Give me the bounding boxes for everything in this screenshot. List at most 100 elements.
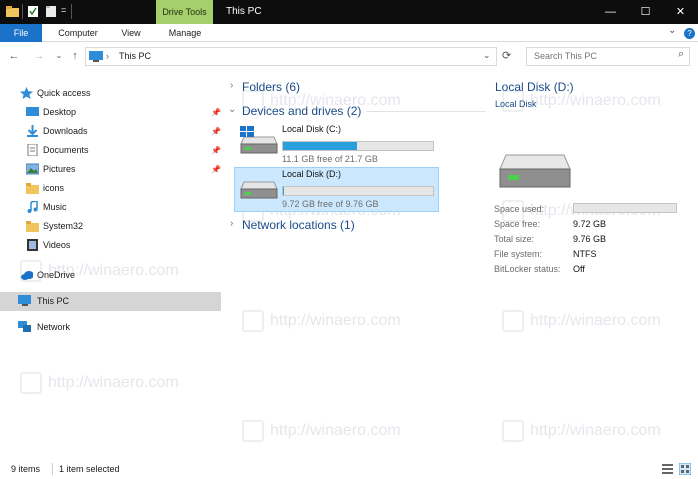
tab-computer[interactable]: Computer [52, 24, 104, 42]
details-pane: Local Disk (D:) Local Disk Space used: S… [494, 78, 694, 458]
search-input[interactable]: Search This PC [526, 47, 690, 66]
pin-icon[interactable]: 📌 [211, 160, 221, 179]
drive-free-space: 9.72 GB free of 9.76 GB [282, 199, 379, 209]
nav-item-pictures[interactable]: Pictures 📌 [0, 160, 221, 179]
nav-item-desktop[interactable]: Desktop 📌 [0, 103, 221, 122]
network-expand-icon[interactable]: › [230, 218, 233, 229]
pin-icon[interactable]: 📌 [211, 122, 221, 141]
pin-icon[interactable]: 📌 [211, 103, 221, 122]
back-button[interactable]: ← [7, 49, 21, 63]
desktop-icon [26, 107, 39, 116]
tab-view[interactable]: View [113, 24, 149, 42]
qa-separator [71, 4, 72, 19]
nav-quick-access[interactable]: Quick access [0, 84, 221, 103]
nav-item-onedrive[interactable]: OneDrive [0, 266, 221, 285]
space-free-label: Space free: [494, 219, 541, 229]
nav-item-icons[interactable]: icons [0, 179, 221, 198]
this-pc-icon [18, 295, 31, 306]
file-system-label: File system: [494, 249, 543, 259]
address-dropdown-icon[interactable]: ⌄ [483, 50, 491, 61]
nav-item-documents[interactable]: Documents 📌 [0, 141, 221, 160]
nav-label: This PC [37, 296, 70, 306]
nav-label: Desktop [43, 107, 77, 117]
drive-usage-bar [282, 186, 434, 196]
devices-collapse-icon[interactable]: ⌄ [228, 104, 236, 115]
nav-label: Documents [43, 145, 89, 155]
nav-label: Music [43, 202, 67, 212]
nav-label: System32 [43, 221, 84, 231]
cloud-icon [21, 271, 33, 280]
ribbon-expand-icon[interactable]: ⌄ [668, 25, 676, 36]
item-count: 9 items [11, 464, 41, 474]
space-free-value: 9.72 GB [573, 219, 607, 229]
drive-usage-bar [282, 141, 434, 151]
folders-group-header[interactable]: Folders (6) [242, 80, 300, 94]
maximize-button[interactable]: ☐ [628, 0, 663, 24]
breadcrumb-this-pc[interactable]: This PC [119, 51, 151, 61]
ribbon-bar [0, 24, 698, 42]
devices-group-header[interactable]: Devices and drives (2) [242, 104, 361, 118]
status-separator [52, 463, 53, 475]
details-view-icon[interactable] [662, 464, 673, 474]
status-bar: 9 items 1 item selected [0, 459, 698, 479]
tab-manage[interactable]: Manage [160, 24, 210, 42]
search-icon[interactable]: ⌕ [678, 48, 684, 61]
folder-icon [26, 183, 39, 194]
nav-item-this-pc[interactable]: This PC [0, 292, 221, 311]
properties-icon[interactable] [27, 5, 39, 18]
this-pc-icon [89, 51, 103, 62]
drive-tools-context-tab[interactable]: Drive Tools [156, 0, 213, 24]
nav-item-videos[interactable]: Videos [0, 236, 221, 255]
new-folder-icon[interactable] [45, 5, 57, 18]
windows-logo-icon [240, 126, 254, 137]
folder-app-icon [6, 6, 19, 17]
recent-locations-button[interactable]: ⌄ [52, 49, 66, 63]
total-size-value: 9.76 GB [573, 234, 607, 244]
space-used-bar [573, 203, 677, 213]
forward-button[interactable]: → [32, 49, 46, 63]
up-button[interactable]: ↑ [68, 49, 82, 63]
breadcrumb-separator[interactable]: › [106, 51, 109, 61]
drive-item-c[interactable]: Local Disk (C:) 11.1 GB free of 21.7 GB [234, 122, 434, 164]
file-system-value: NTFS [573, 249, 597, 259]
nav-item-downloads[interactable]: Downloads 📌 [0, 122, 221, 141]
close-button[interactable]: ✕ [663, 0, 698, 24]
minimize-button[interactable]: — [593, 0, 628, 24]
window-title: This PC [226, 6, 262, 17]
navigation-pane: Quick access Desktop 📌 Downloads 📌 Docum… [0, 78, 221, 458]
network-group-header[interactable]: Network locations (1) [242, 218, 355, 232]
drive-name: Local Disk (D:) [282, 169, 342, 179]
nav-label: Downloads [43, 126, 88, 136]
winaero-logo-watermark [242, 310, 264, 332]
large-icons-view-icon[interactable] [679, 463, 691, 475]
tab-file[interactable]: File [0, 24, 42, 42]
winaero-logo-watermark [242, 420, 264, 442]
bitlocker-label: BitLocker status: [494, 264, 561, 274]
video-icon [27, 239, 38, 251]
refresh-button[interactable]: ⟳ [502, 49, 511, 62]
bitlocker-value: Off [573, 264, 585, 274]
watermark-text: http://winaero.com [270, 312, 401, 329]
download-icon [27, 125, 38, 137]
drive-item-d[interactable]: Local Disk (D:) 9.72 GB free of 9.76 GB [234, 167, 434, 209]
star-icon [20, 87, 33, 99]
music-icon [27, 201, 38, 213]
nav-item-network[interactable]: Network [0, 318, 221, 337]
qa-customize-icon[interactable]: = [61, 5, 66, 15]
details-title: Local Disk (D:) [495, 80, 574, 94]
nav-item-system32[interactable]: System32 [0, 217, 221, 236]
space-used-label: Space used: [494, 204, 545, 214]
drive-name: Local Disk (C:) [282, 124, 342, 134]
nav-label: Quick access [37, 88, 91, 98]
help-icon[interactable]: ? [684, 28, 695, 39]
network-icon [18, 321, 31, 332]
address-bar[interactable]: › This PC ⌄ [85, 47, 497, 66]
pin-icon[interactable]: 📌 [211, 141, 221, 160]
folders-expand-icon[interactable]: › [230, 80, 233, 91]
nav-item-music[interactable]: Music [0, 198, 221, 217]
selection-count: 1 item selected [59, 464, 120, 474]
qa-separator [22, 4, 23, 19]
hard-disk-icon [240, 181, 278, 199]
watermark-text: http://winaero.com [270, 422, 401, 439]
nav-label: icons [43, 183, 65, 193]
